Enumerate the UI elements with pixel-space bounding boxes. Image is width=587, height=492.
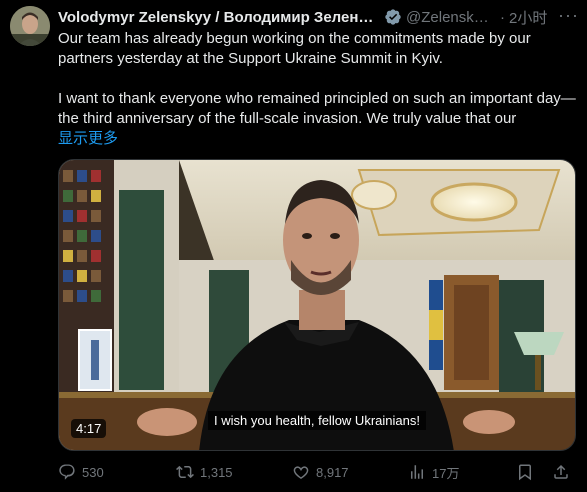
verified-badge-icon — [385, 9, 401, 25]
more-options-icon[interactable]: ··· — [558, 5, 579, 26]
bookmark-icon — [519, 464, 531, 481]
tweet-actions: 530 1,315 8,917 17万 — [58, 462, 578, 482]
tweet-text: Our team has already begun working on th… — [58, 29, 578, 149]
views-count: 17万 — [432, 465, 460, 481]
bookmark-button[interactable] — [516, 463, 540, 481]
video-duration: 4:17 — [71, 419, 107, 438]
repost-count: 1,315 — [200, 464, 233, 480]
author-name[interactable]: Volodymyr Zelenskyy / Володимир Зеленс… — [58, 9, 380, 26]
like-count: 8,917 — [316, 464, 349, 480]
separator-dot: · — [500, 8, 505, 26]
video-caption: I wish you health, fellow Ukrainians! — [208, 411, 426, 430]
like-button[interactable]: 8,917 — [292, 463, 349, 481]
tweet-paragraph-2: I want to thank everyone who remained pr… — [58, 89, 578, 129]
reply-icon — [59, 464, 75, 480]
tweet-paragraph-2-text: I want to thank everyone who remained pr… — [58, 90, 576, 127]
views-button[interactable]: 17万 — [408, 463, 459, 482]
reply-button[interactable]: 530 — [58, 463, 104, 481]
video-frame — [59, 160, 575, 450]
reply-count: 530 — [82, 464, 104, 480]
tweet-header: Volodymyr Zelenskyy / Володимир Зеленс… … — [58, 5, 579, 28]
avatar[interactable] — [10, 6, 50, 46]
repost-icon — [176, 465, 194, 479]
views-icon — [411, 465, 423, 479]
heart-icon — [293, 466, 309, 479]
share-icon — [554, 464, 568, 479]
show-more-link[interactable]: 显示更多 — [58, 130, 118, 147]
share-button[interactable] — [552, 463, 576, 481]
tweet-paragraph-1: Our team has already begun working on th… — [58, 30, 531, 67]
author-handle[interactable]: @Zelensky… — [406, 9, 496, 26]
video-player[interactable]: 4:17 I wish you health, fellow Ukrainian… — [58, 159, 576, 451]
repost-button[interactable]: 1,315 — [176, 463, 233, 481]
tweet-time[interactable]: 2小时 — [509, 7, 547, 28]
